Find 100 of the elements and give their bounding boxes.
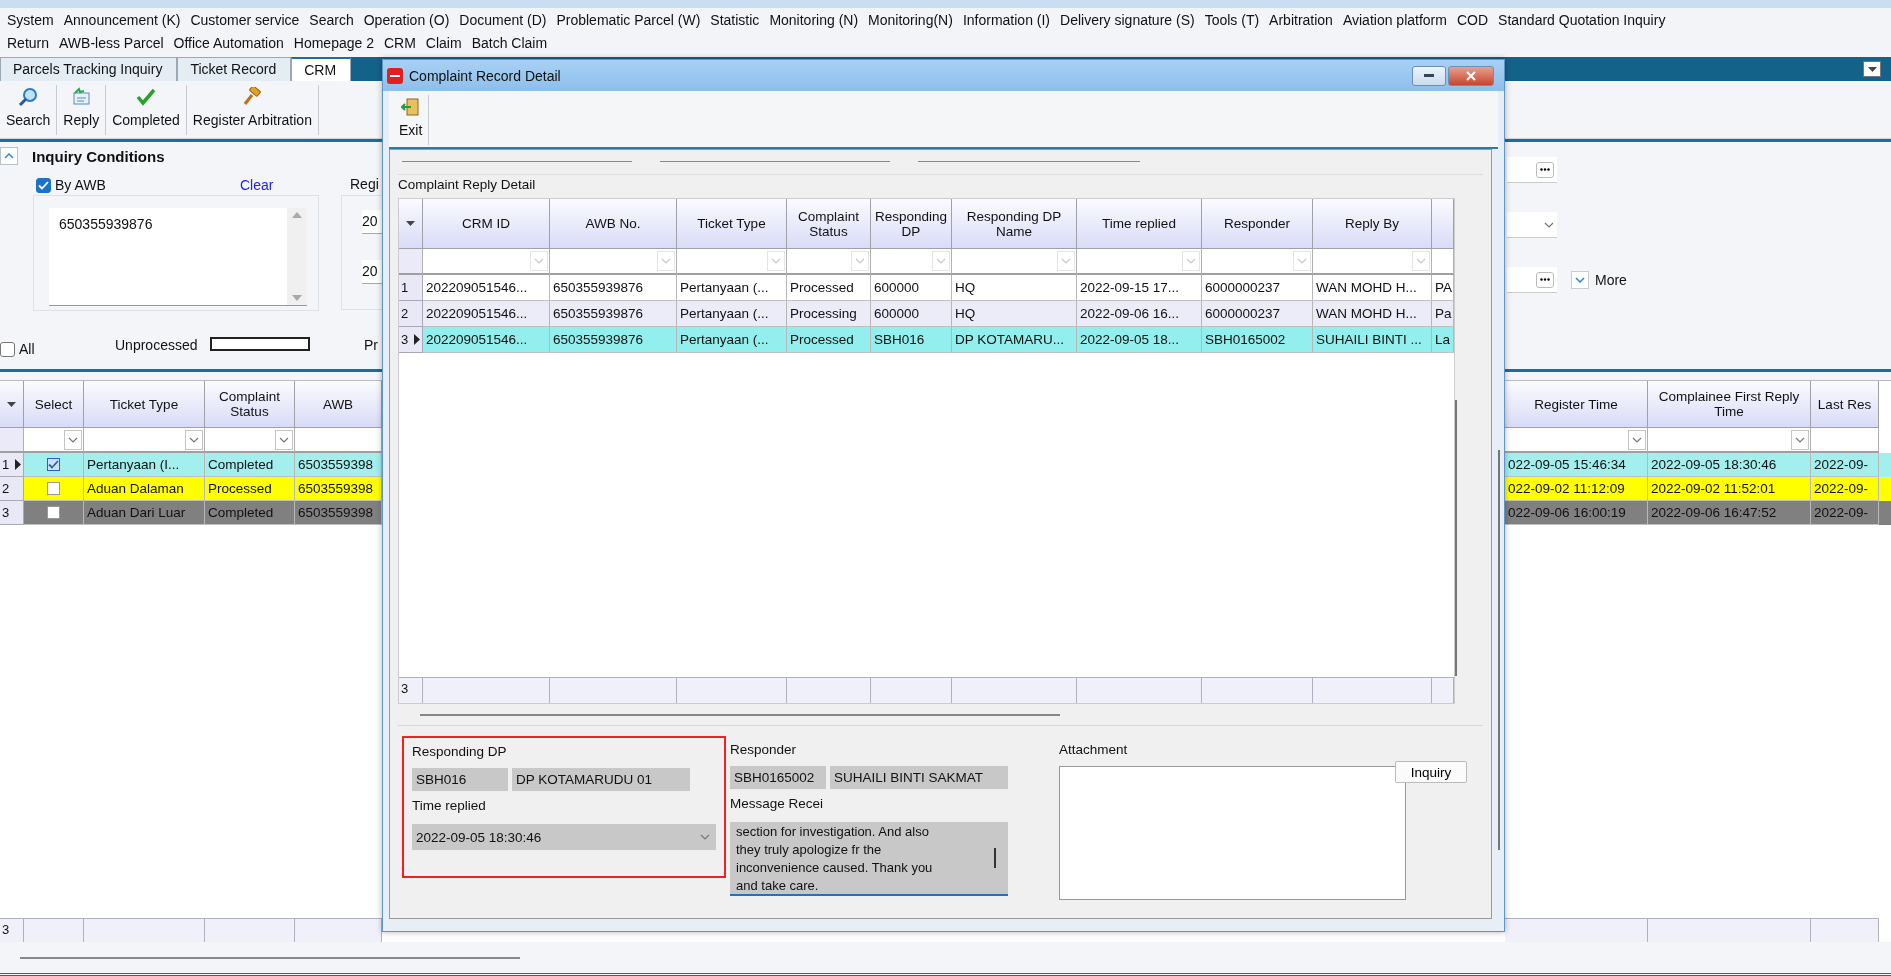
filter-cell[interactable] xyxy=(952,249,1077,275)
filter-cell[interactable] xyxy=(1505,428,1648,453)
column-header[interactable]: CRM ID xyxy=(423,199,550,249)
filter-dropdown-button[interactable] xyxy=(64,429,82,450)
filter-dropdown-button[interactable] xyxy=(851,251,869,271)
menu-item[interactable]: Statistic xyxy=(705,11,765,28)
minimize-button[interactable] xyxy=(1412,65,1446,86)
filter-cell[interactable] xyxy=(550,249,677,275)
menu-item[interactable]: Standard Quotation Inquiry xyxy=(1493,11,1671,28)
filter-cell[interactable] xyxy=(677,249,787,275)
column-header[interactable]: Responding DP xyxy=(871,199,952,249)
row-header[interactable]: 2 xyxy=(0,477,24,501)
menu-item[interactable]: Problematic Parcel (W) xyxy=(551,11,706,28)
clear-link[interactable]: Clear xyxy=(240,177,274,193)
filter-dropdown-button[interactable] xyxy=(1791,429,1809,450)
column-header[interactable]: Ticket Type xyxy=(677,199,787,249)
filter-dropdown-button[interactable] xyxy=(530,251,548,271)
lookup-field[interactable] xyxy=(1507,157,1557,183)
row-header[interactable]: 3 xyxy=(0,501,24,525)
row-header[interactable]: 3 xyxy=(399,327,423,353)
select-checkbox[interactable] xyxy=(47,482,60,495)
filter-dropdown-button[interactable] xyxy=(275,429,293,450)
filter-dropdown-button[interactable] xyxy=(1182,251,1200,271)
menu-item[interactable]: System xyxy=(2,11,59,28)
lookup-field[interactable] xyxy=(1507,267,1557,293)
menu-item[interactable]: Information (I) xyxy=(957,11,1056,28)
message-text-area[interactable]: section for investigation. And also they truly apologize fr the inconvenience caused. Thank you and take care. xyxy=(730,822,1008,896)
scroll-up-icon[interactable] xyxy=(292,212,302,218)
vertical-scrollbar[interactable] xyxy=(1455,400,1457,676)
horizontal-scrollbar[interactable] xyxy=(20,956,520,959)
attachment-box[interactable] xyxy=(1059,766,1406,900)
menu-item[interactable]: Customer service xyxy=(185,11,305,28)
toolbar-button[interactable]: Reply xyxy=(57,85,107,135)
checkbox[interactable] xyxy=(0,341,15,357)
menu-item[interactable]: Monitoring (N) xyxy=(764,11,864,28)
column-header[interactable]: Reply By xyxy=(1313,199,1432,249)
scrollbar-thumb[interactable] xyxy=(994,848,996,868)
filter-dropdown-button[interactable] xyxy=(185,429,203,450)
date-field[interactable]: 20 xyxy=(362,260,382,284)
column-header[interactable]: Responder xyxy=(1202,199,1313,249)
menu-item[interactable]: Office Automation xyxy=(168,34,289,51)
menu-item[interactable]: AWB-less Parcel xyxy=(54,34,169,51)
filter-cell[interactable] xyxy=(1313,249,1432,275)
column-header[interactable]: Complaint Status xyxy=(787,199,871,249)
close-button[interactable] xyxy=(1448,65,1494,86)
column-header[interactable]: Select xyxy=(24,381,84,428)
menu-item[interactable]: Search xyxy=(304,11,359,28)
table-row[interactable]: 1 202209051546... 650355939876 Pertanyaan (... Processed 600000 HQ 2022-09-15 17... 6000000237 WAN MOHD H... PA xyxy=(399,275,1454,301)
menu-item[interactable]: Aviation platform xyxy=(1337,11,1452,28)
dropdown-arrow-icon[interactable] xyxy=(1867,66,1877,72)
column-header[interactable]: Responding DP Name xyxy=(952,199,1077,249)
vertical-scrollbar[interactable] xyxy=(287,208,307,305)
filter-dropdown-button[interactable] xyxy=(657,251,675,271)
filter-cell[interactable] xyxy=(1077,249,1202,275)
filter-dropdown-button[interactable] xyxy=(1412,251,1430,271)
dropdown-field[interactable] xyxy=(1507,212,1557,238)
column-header[interactable]: Register Time xyxy=(1505,381,1648,428)
menu-item[interactable]: Monitoring(N) xyxy=(863,11,958,28)
dropdown-arrow-icon[interactable] xyxy=(7,401,16,407)
menu-item[interactable]: CRM xyxy=(378,34,421,51)
filter-cell[interactable] xyxy=(871,249,952,275)
tab[interactable]: Ticket Record xyxy=(177,57,292,81)
menu-item[interactable]: Claim xyxy=(420,34,467,51)
toolbar-button[interactable]: Search xyxy=(0,85,58,135)
column-header[interactable]: AWB xyxy=(295,381,382,428)
menu-item[interactable]: Operation (O) xyxy=(358,11,455,28)
collapse-button[interactable] xyxy=(0,147,18,165)
filter-cell[interactable] xyxy=(205,428,295,453)
menu-item[interactable]: Arbitration xyxy=(1264,11,1338,28)
select-checkbox[interactable] xyxy=(47,506,60,519)
tab[interactable]: CRM xyxy=(291,57,352,81)
filter-cell[interactable] xyxy=(84,428,205,453)
checkbox[interactable] xyxy=(36,177,51,193)
menu-item[interactable]: Homepage 2 xyxy=(288,34,379,51)
filter-dropdown-button[interactable] xyxy=(1057,251,1075,271)
dropdown-arrow-icon[interactable] xyxy=(406,221,415,226)
column-header[interactable]: Complaint Status xyxy=(205,381,295,428)
filter-cell[interactable] xyxy=(1202,249,1313,275)
vertical-scrollbar[interactable] xyxy=(1498,450,1500,850)
filter-cell[interactable] xyxy=(1811,428,1879,453)
tab[interactable]: Parcels Tracking Inquiry xyxy=(0,57,178,81)
inquiry-button[interactable]: Inquiry xyxy=(1395,761,1467,783)
select-checkbox[interactable] xyxy=(47,458,60,471)
column-header[interactable] xyxy=(1432,199,1454,249)
toolbar-button[interactable]: Completed xyxy=(106,85,187,135)
column-header[interactable]: Last Res xyxy=(1811,381,1879,428)
menu-item[interactable]: COD xyxy=(1451,11,1494,28)
filter-dropdown-button[interactable] xyxy=(1293,251,1311,271)
menu-item[interactable]: Announcement (K) xyxy=(58,11,186,28)
row-header[interactable]: 1 xyxy=(399,275,423,301)
tab-list-button[interactable] xyxy=(1863,61,1881,77)
filter-cell[interactable] xyxy=(1432,249,1454,275)
row-header[interactable]: 2 xyxy=(399,301,423,327)
toolbar-button[interactable]: Register Arbitration xyxy=(186,85,319,135)
table-row[interactable]: 3 202209051546... 650355939876 Pertanyaan (... Processed SBH016 DP KOTAMARU... 2022-09-05 18... SBH0165002 SUHAILI BINTI ... La xyxy=(399,327,1454,353)
awb-input-field[interactable]: 650355939876 xyxy=(49,208,307,306)
menu-item[interactable]: Tools (T) xyxy=(1199,11,1265,28)
filter-cell[interactable] xyxy=(423,249,550,275)
menu-item[interactable]: Batch Claim xyxy=(466,34,553,51)
table-row[interactable]: 2 202209051546... 650355939876 Pertanyaan (... Processing 600000 HQ 2022-09-06 16... 6000000237 WAN MOHD H... Pa xyxy=(399,301,1454,327)
